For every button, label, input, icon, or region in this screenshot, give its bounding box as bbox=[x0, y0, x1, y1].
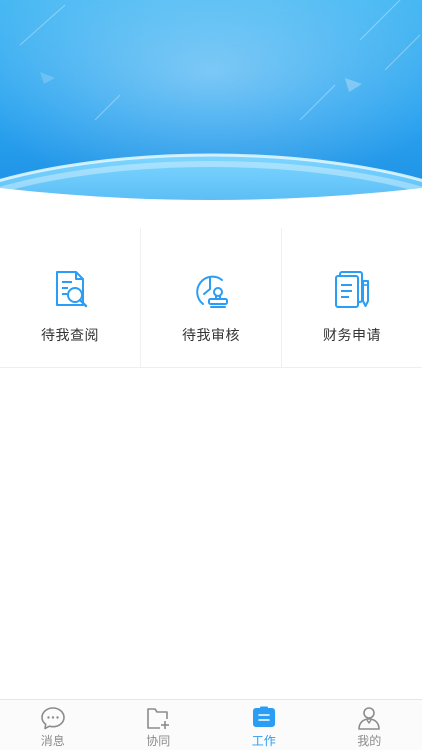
tab-collaboration[interactable]: 协同 bbox=[106, 700, 212, 750]
chat-bubble-icon bbox=[40, 707, 65, 730]
function-grid: 待我查阅 待我审核 财务申请 bbox=[0, 228, 422, 368]
document-pen-icon bbox=[335, 271, 369, 308]
folder-add-icon bbox=[147, 708, 170, 729]
grid-item-pending-approval[interactable]: 待我审核 bbox=[140, 228, 281, 367]
bottom-tab-bar: 消息 协同 工作 我的 bbox=[0, 699, 422, 750]
tab-label: 我的 bbox=[357, 734, 382, 748]
grid-item-pending-review[interactable]: 待我查阅 bbox=[0, 228, 140, 367]
briefcase-icon bbox=[252, 706, 275, 727]
clock-stamp-icon bbox=[196, 275, 228, 308]
grid-label: 财务申请 bbox=[323, 328, 381, 344]
grid-item-finance-application[interactable]: 财务申请 bbox=[281, 228, 422, 367]
tab-label: 协同 bbox=[146, 734, 171, 748]
grid-label: 待我审核 bbox=[182, 328, 240, 344]
tab-label: 消息 bbox=[40, 734, 65, 748]
tab-label: 工作 bbox=[251, 734, 276, 748]
banner-graphic bbox=[0, 0, 422, 205]
grid-label: 待我查阅 bbox=[41, 328, 99, 344]
header-banner bbox=[0, 0, 422, 205]
user-icon bbox=[358, 707, 381, 730]
tab-me[interactable]: 我的 bbox=[317, 700, 422, 750]
document-search-icon bbox=[56, 271, 88, 308]
tab-work[interactable]: 工作 bbox=[211, 700, 317, 750]
tab-messages[interactable]: 消息 bbox=[0, 700, 106, 750]
